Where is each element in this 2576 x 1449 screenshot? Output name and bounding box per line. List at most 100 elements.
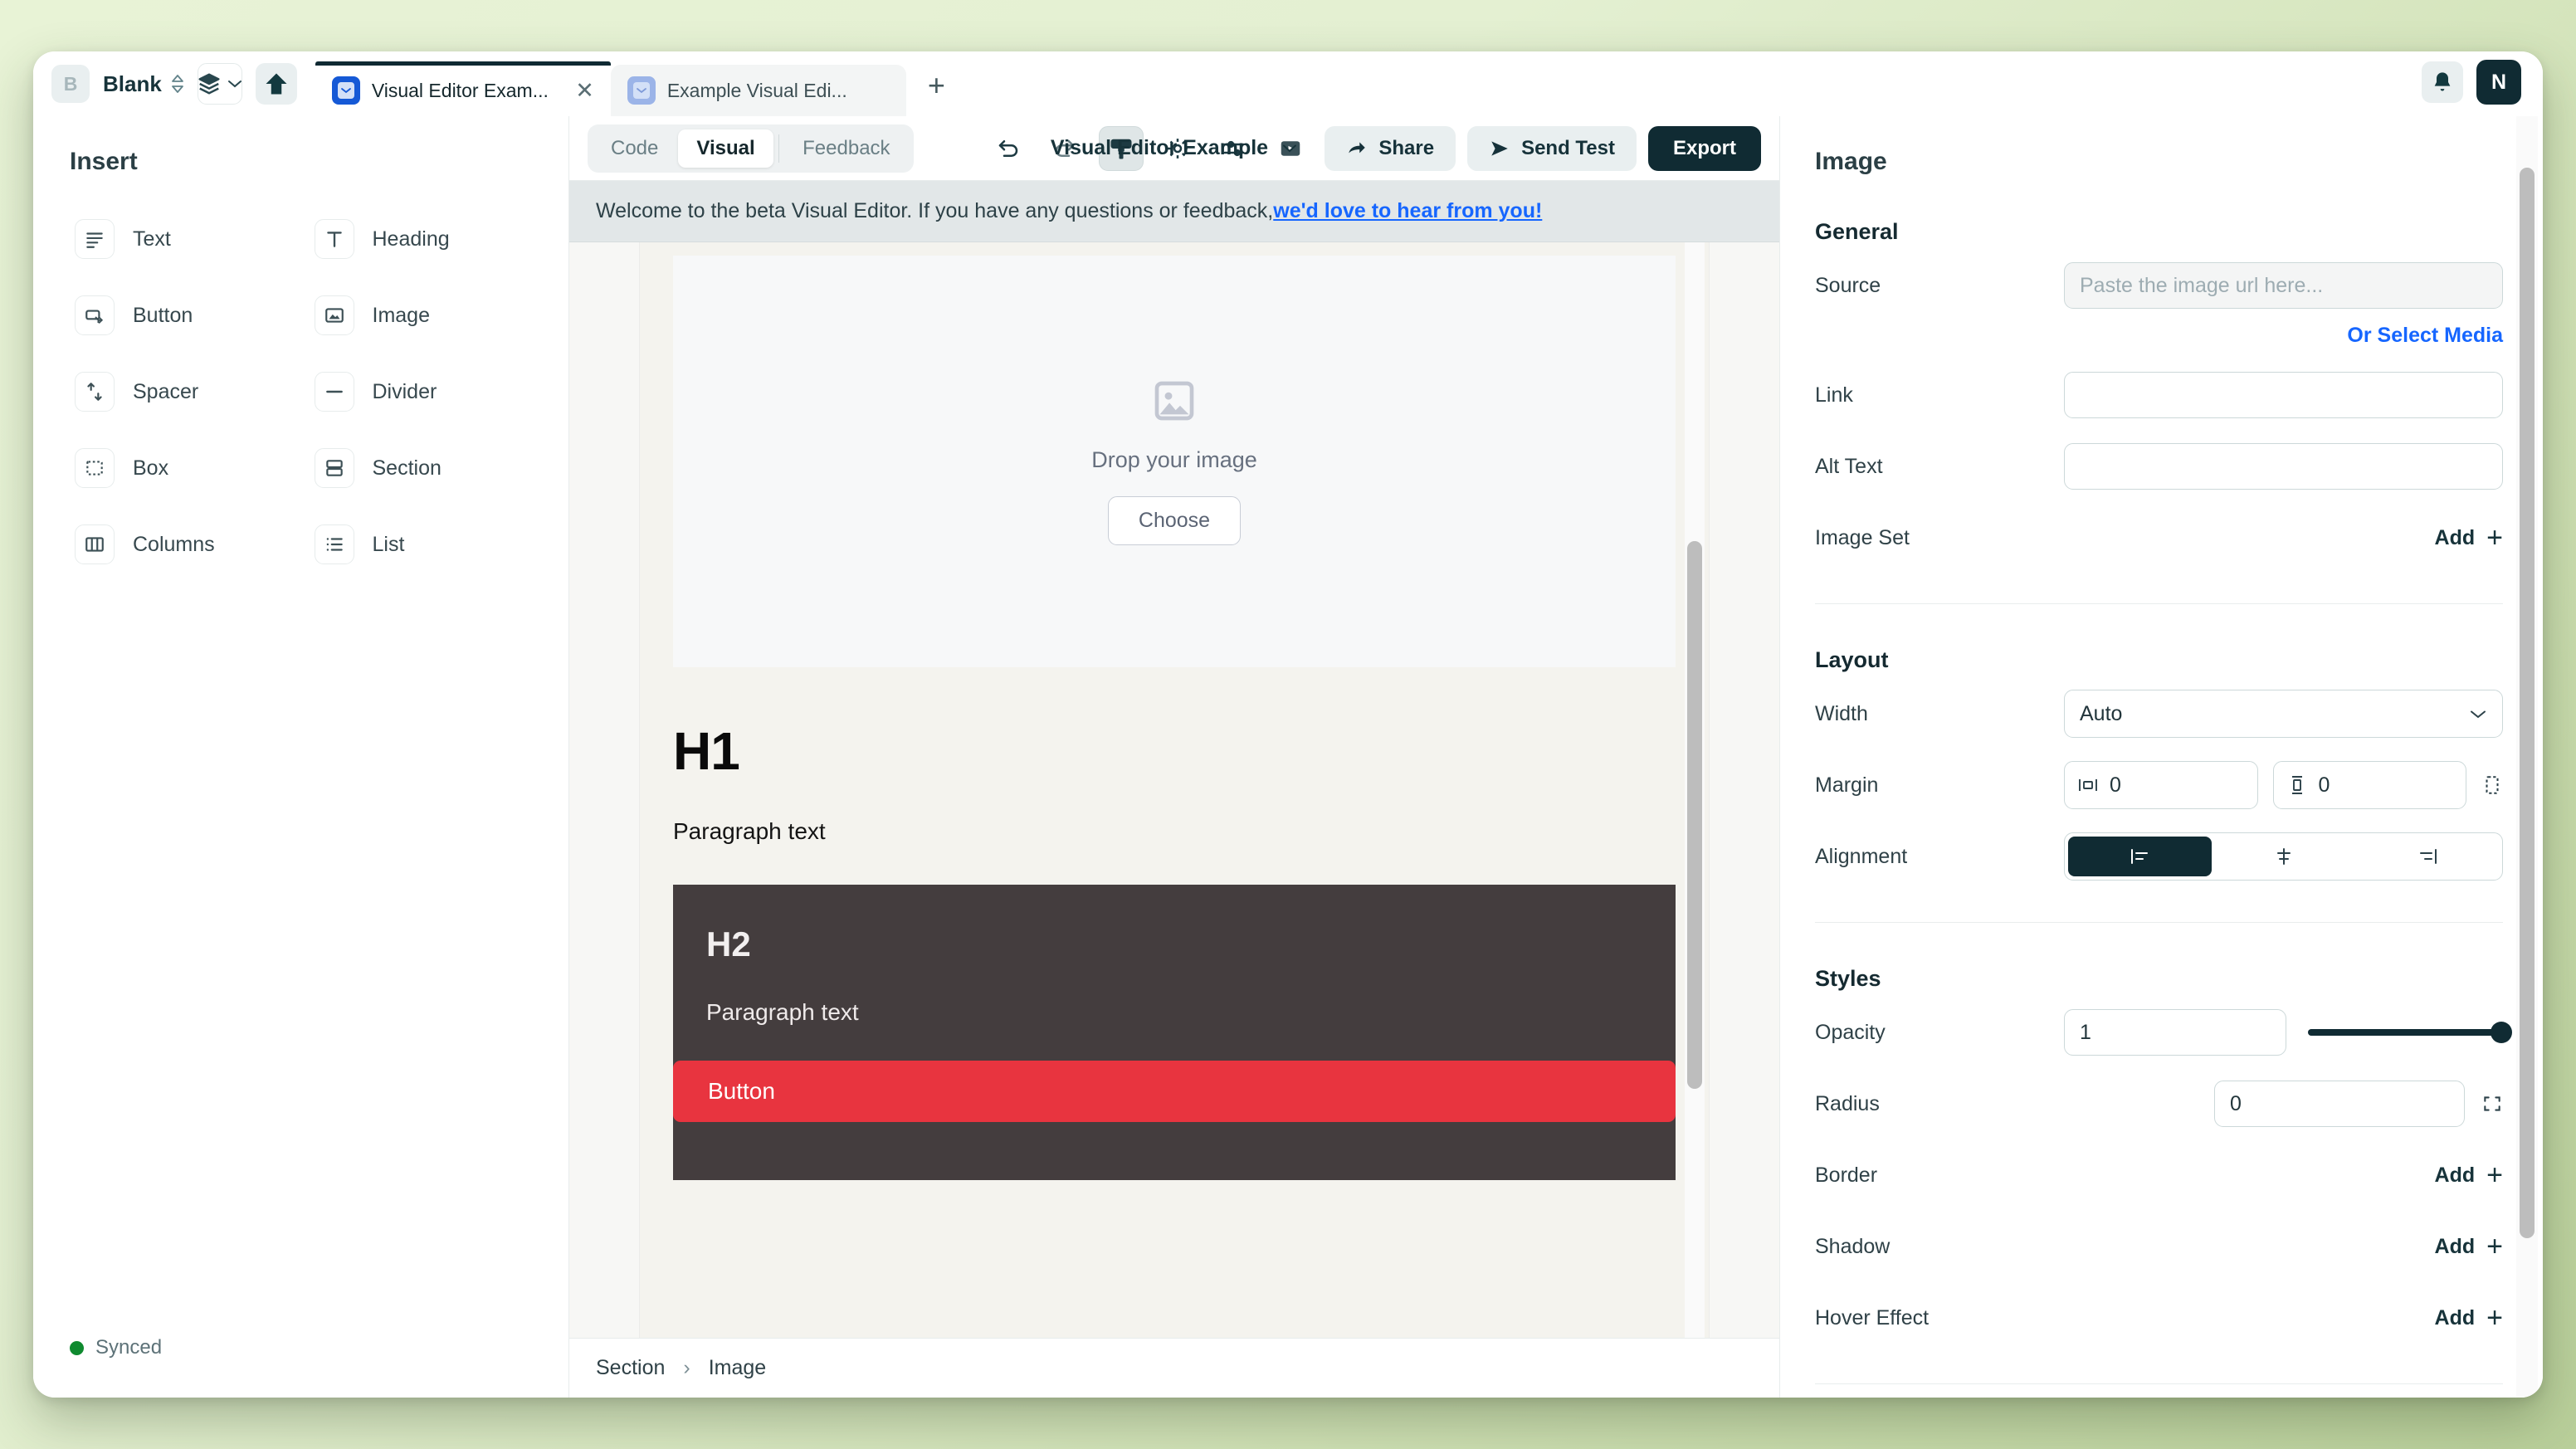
feedback-link[interactable]: we'd love to hear from you! [1273,199,1542,223]
image-dropzone[interactable]: Drop your image Choose [673,256,1676,667]
insert-item-heading[interactable]: Heading [306,212,536,266]
home-button[interactable] [255,63,297,105]
insert-item-text[interactable]: Text [66,212,296,266]
canvas-heading-1[interactable]: H1 [673,720,1709,782]
heading-t-icon [314,219,354,259]
canvas-scrollbar-thumb[interactable] [1687,541,1702,1089]
properties-scrollbar-thumb[interactable] [2520,168,2535,1238]
insert-item-columns[interactable]: Columns [66,518,296,571]
plus-icon: + [2486,1302,2503,1334]
row-select-media: Or Select Media [1815,316,2503,354]
chevron-updown-icon [171,74,184,94]
insert-item-image-label: Image [372,303,430,327]
link-input[interactable] [2064,372,2503,418]
divider-line-icon [314,372,354,412]
source-input[interactable]: Paste the image url here... [2064,262,2503,309]
layers-menu-button[interactable] [197,63,242,105]
insert-item-spacer[interactable]: Spacer [66,365,296,418]
tab-feedback[interactable]: Feedback [784,129,908,168]
document-title: Visual Editor Example [1050,136,1269,159]
margin-link-sides-icon[interactable] [2481,774,2503,796]
insert-item-button-label: Button [133,303,193,327]
browser-tab-1-label: Visual Editor Exam... [371,79,549,101]
canvas-dark-section[interactable]: H2 Paragraph text Button [673,885,1676,1180]
row-margin: Margin 0 0 [1815,754,2503,816]
shadow-add-button[interactable]: Add + [2435,1232,2503,1261]
button-icon [75,295,115,335]
choose-button[interactable]: Choose [1107,496,1242,545]
browser-tab-1[interactable]: Visual Editor Exam... ✕ [315,61,611,116]
tab-visual[interactable]: Visual [678,129,773,168]
insert-item-list[interactable]: List [306,518,536,571]
insert-item-divider[interactable]: Divider [306,365,536,418]
canvas-heading-2[interactable]: H2 [706,925,1676,964]
share-button[interactable]: Share [1325,125,1456,171]
brand-badge: B [51,65,90,103]
new-tab-button[interactable]: + [906,68,967,116]
margin-horizontal-input[interactable]: 0 [2064,761,2258,809]
canvas-cta-button[interactable]: Button [673,1061,1676,1122]
chevron-down-icon [1281,143,1298,154]
insert-item-section[interactable]: Section [306,442,536,495]
hover-effect-add-button[interactable]: Add + [2435,1304,2503,1332]
insert-item-button[interactable]: Button [66,289,296,342]
row-source: Source Paste the image url here... [1815,255,2503,316]
section-heading-general: General [1815,219,1899,244]
margin-vertical-input[interactable]: 0 [2272,761,2466,809]
margin-vertical-icon [2287,775,2307,795]
document-title-menu[interactable]: Visual Editor Example [1051,136,1298,160]
undo-icon[interactable] [986,126,1031,171]
opacity-slider-track [2308,1022,2512,1043]
workspace-switcher[interactable]: Blank [103,71,184,97]
opacity-slider[interactable] [2286,1022,2512,1043]
send-test-label: Send Test [1521,136,1615,159]
alignment-group [2064,832,2503,881]
alignment-label: Alignment [1815,844,1908,868]
opacity-input[interactable]: 1 [2064,1009,2286,1056]
tab-code[interactable]: Code [593,129,676,168]
radius-corners-icon[interactable] [2481,1093,2503,1115]
browser-tab-2[interactable]: Example Visual Edi... [610,65,906,116]
properties-title: Image [1815,148,1887,175]
send-test-button[interactable]: Send Test [1467,125,1637,171]
select-media-link[interactable]: Or Select Media [2347,324,2503,348]
dashed-box-icon [75,448,115,488]
chevron-down-icon [2469,709,2487,720]
breadcrumb-item-section[interactable]: Section [596,1356,665,1380]
row-alt-text: Alt Text [1815,436,2503,497]
notifications-button[interactable] [2422,61,2463,103]
insert-item-box[interactable]: Box [66,442,296,495]
image-set-add-button[interactable]: Add + [2435,524,2503,552]
opacity-label: Opacity [1815,1020,1886,1044]
align-left-button[interactable] [2068,837,2212,876]
beta-banner-text: Welcome to the beta Visual Editor. If yo… [596,199,1274,222]
sync-status-label: Synced [95,1336,163,1359]
text-lines-icon [75,219,115,259]
export-button[interactable]: Export [1647,125,1761,171]
opacity-slider-knob[interactable] [2491,1022,2512,1043]
editor-toolbar: Code Visual Feedback Visual Editor Examp… [569,116,1779,181]
workspace-name: Blank [103,71,162,96]
canvas-paragraph-2[interactable]: Paragraph text [706,999,1676,1026]
browser-tab-2-label: Example Visual Edi... [666,79,847,101]
insert-sidebar: Insert Text Heading Button Image Spacer … [33,116,569,1398]
breadcrumb-item-image[interactable]: Image [709,1356,766,1380]
close-icon[interactable]: ✕ [575,79,594,102]
canvas-paragraph-1[interactable]: Paragraph text [673,818,1709,845]
columns-icon [75,524,115,564]
insert-item-image[interactable]: Image [306,289,536,342]
border-add-button[interactable]: Add + [2435,1161,2503,1189]
margin-horizontal-value: 0 [2110,773,2121,797]
align-right-button[interactable] [2355,837,2499,876]
radius-input[interactable]: 0 [2214,1081,2465,1127]
align-center-button[interactable] [2212,837,2355,876]
insert-item-spacer-label: Spacer [133,379,199,403]
avatar[interactable]: N [2476,60,2521,105]
width-select[interactable]: Auto [2064,690,2503,738]
alt-text-input[interactable] [2064,443,2503,490]
insert-item-section-label: Section [372,456,442,480]
section-icon [314,448,354,488]
shadow-add-label: Add [2434,1234,2476,1258]
email-canvas[interactable]: Drop your image Choose H1 Paragraph text… [639,242,1710,1338]
image-set-label: Image Set [1815,525,1910,549]
